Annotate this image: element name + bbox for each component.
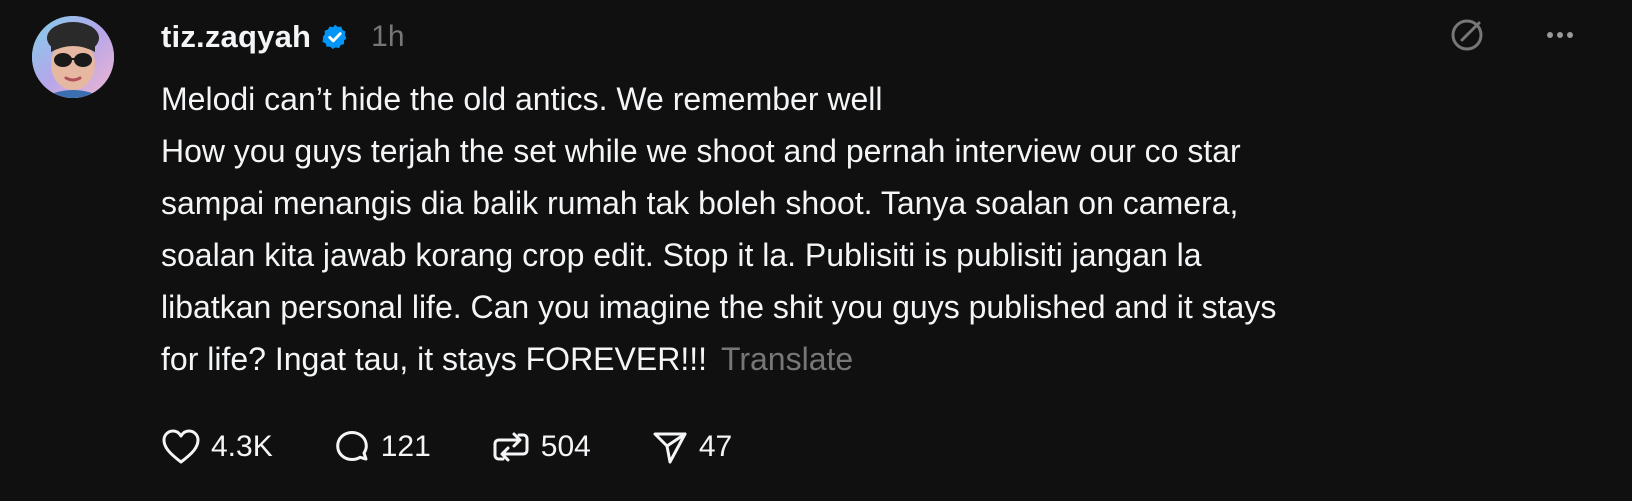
post-body-line: How you guys terjah the set while we sho… — [161, 133, 1241, 169]
post-body-line: soalan kita jawab korang crop edit. Stop… — [161, 237, 1202, 273]
post-actions: 4.3K 121 504 47 — [161, 424, 792, 470]
repost-icon — [493, 432, 529, 462]
send-icon — [653, 432, 687, 464]
verified-badge-icon — [321, 23, 349, 51]
share-button[interactable]: 47 — [651, 428, 732, 466]
post-body-line: Melodi can’t hide the old antics. We rem… — [161, 81, 883, 117]
heart-icon — [162, 429, 200, 464]
repost-button[interactable]: 504 — [491, 428, 591, 466]
post-body-line: sampai menangis dia balik rumah tak bole… — [161, 185, 1239, 221]
repost-count: 504 — [540, 430, 591, 463]
like-count: 4.3K — [211, 430, 273, 463]
avatar-photo-icon — [32, 16, 114, 98]
threads-post: tiz.zaqyah 1h Melodi can’t hide the old … — [0, 0, 1632, 501]
avatar[interactable] — [32, 16, 114, 98]
reply-button[interactable]: 121 — [333, 428, 431, 466]
post-body-line: libatkan personal life. Can you imagine … — [161, 289, 1277, 325]
translate-link[interactable]: Translate — [721, 341, 853, 377]
like-button[interactable]: 4.3K — [161, 428, 273, 466]
post-header: tiz.zaqyah 1h — [161, 14, 405, 60]
edit-icon[interactable] — [1448, 16, 1486, 54]
post-timestamp: 1h — [371, 20, 405, 53]
comment-icon — [335, 431, 368, 461]
post-body-line: for life? Ingat tau, it stays FOREVER!!! — [161, 341, 707, 377]
more-options-icon[interactable] — [1540, 20, 1580, 50]
post-body: Melodi can’t hide the old antics. We rem… — [161, 73, 1581, 385]
username[interactable]: tiz.zaqyah — [161, 19, 311, 55]
share-count: 47 — [698, 430, 733, 463]
post-body-last-line: for life? Ingat tau, it stays FOREVER!!!… — [161, 333, 1581, 385]
reply-count: 121 — [380, 430, 431, 463]
